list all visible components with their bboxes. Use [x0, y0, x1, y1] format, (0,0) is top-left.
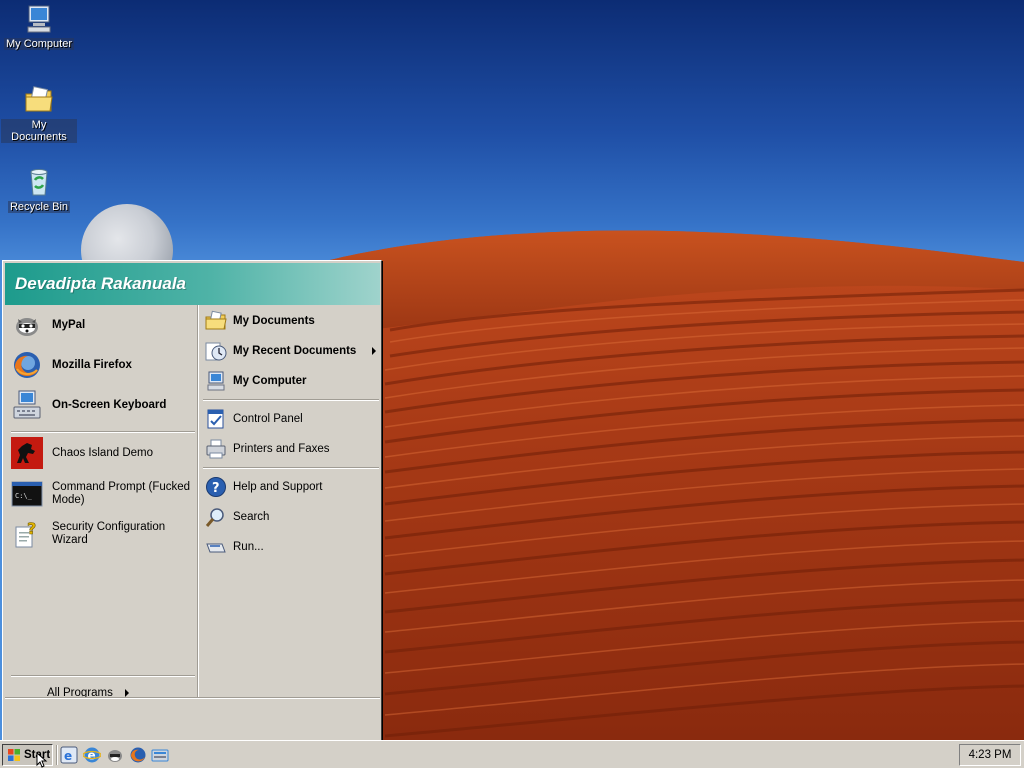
printers-icon [206, 439, 226, 459]
start-item-command-prompt[interactable]: C:\_ Command Prompt (Fucked Mode) [11, 478, 197, 510]
svg-text:e: e [64, 749, 72, 763]
place-label: My Recent Documents [233, 345, 357, 357]
place-search[interactable]: Search [205, 505, 380, 529]
ie-icon[interactable]: e [60, 746, 78, 764]
control-panel-icon [207, 409, 224, 429]
place-help-and-support[interactable]: ? Help and Support [205, 475, 380, 499]
desktop-icon-label: Recycle Bin [7, 201, 71, 213]
firefox-icon [14, 352, 40, 378]
start-item-label: On-Screen Keyboard [52, 398, 167, 411]
chevron-right-icon [372, 347, 376, 355]
start-item-label: Command Prompt (Fucked Mode) [52, 481, 191, 506]
run-icon [206, 543, 226, 553]
svg-text:e: e [88, 749, 96, 763]
start-item-on-screen-keyboard[interactable]: On-Screen Keyboard [11, 389, 197, 421]
my-documents-icon [25, 86, 53, 112]
command-prompt-icon: C:\_ [11, 481, 43, 507]
start-menu-user-banner: Devadipta Rakanuala [5, 263, 380, 305]
taskbar: Start e e 4:23 PM [0, 740, 1024, 768]
desktop-icon-my-documents[interactable]: My Documents [1, 84, 77, 143]
start-item-label: Mozilla Firefox [52, 358, 132, 371]
svg-text:C:\_: C:\_ [15, 492, 33, 500]
start-item-label: Chaos Island Demo [52, 446, 153, 459]
place-my-recent-documents[interactable]: My Recent Documents [205, 339, 380, 363]
start-item-mypal[interactable]: MyPal [11, 309, 197, 341]
start-item-security-wizard[interactable]: ? Security Configuration Wizard [11, 518, 197, 550]
windows-logo-icon [8, 749, 20, 761]
recent-documents-icon [205, 342, 227, 361]
recycle-bin-icon [30, 169, 48, 196]
start-menu-programs-pane: MyPal Mozilla Firefox On-Screen Keyboard… [5, 305, 197, 697]
start-item-chaos-island[interactable]: Chaos Island Demo [11, 437, 197, 469]
chaos-island-icon [11, 437, 43, 469]
place-label: Search [233, 511, 270, 523]
mouse-cursor-icon [36, 752, 48, 768]
start-item-label: MyPal [52, 318, 86, 331]
place-my-computer[interactable]: My Computer [205, 369, 380, 393]
firefox-icon[interactable] [129, 746, 147, 764]
pinned-separator [11, 431, 195, 433]
desktop-icon-recycle-bin[interactable]: Recycle Bin [1, 166, 77, 213]
place-printers-and-faxes[interactable]: Printers and Faxes [205, 437, 380, 461]
settings-separator [203, 467, 379, 469]
place-label: Help and Support [233, 481, 323, 493]
start-menu-places-pane: My Documents My Recent Documents My Comp… [199, 305, 380, 697]
places-separator [203, 399, 379, 401]
desktop-icon-label: My Documents [1, 119, 77, 143]
mypal-icon[interactable] [106, 746, 124, 764]
chevron-right-icon [124, 689, 129, 697]
svg-text:?: ? [27, 519, 36, 538]
help-icon: ? [206, 477, 226, 497]
place-my-documents[interactable]: My Documents [205, 309, 380, 333]
keyboard-icon[interactable] [151, 746, 169, 764]
place-label: Printers and Faxes [233, 443, 330, 455]
place-label: My Documents [233, 315, 315, 327]
my-documents-icon [205, 310, 227, 330]
mypal-icon [16, 318, 38, 336]
start-item-label: Security Configuration Wizard [52, 521, 166, 546]
my-computer-icon [27, 5, 51, 33]
place-label: Run... [233, 541, 264, 553]
desktop-icon-label: My Computer [3, 38, 75, 50]
start-menu: Devadipta Rakanuala MyPal Mozilla Firefo… [2, 260, 382, 744]
start-menu-footer [5, 697, 380, 741]
search-icon [205, 508, 224, 527]
place-control-panel[interactable]: Control Panel [205, 407, 380, 431]
start-item-firefox[interactable]: Mozilla Firefox [11, 349, 197, 381]
desktop-icon-my-computer[interactable]: My Computer [1, 3, 77, 50]
system-tray-clock[interactable]: 4:23 PM [959, 744, 1021, 766]
place-label: My Computer [233, 375, 307, 387]
on-screen-keyboard-icon [13, 390, 41, 419]
ie-icon[interactable]: e [83, 746, 101, 764]
my-computer-icon [207, 371, 225, 391]
quick-launch-separator [56, 745, 58, 765]
security-wizard-icon: ? [15, 519, 37, 548]
all-programs-separator [11, 675, 195, 677]
place-label: Control Panel [233, 413, 303, 425]
svg-text:?: ? [212, 481, 220, 496]
place-run[interactable]: Run... [205, 535, 380, 559]
